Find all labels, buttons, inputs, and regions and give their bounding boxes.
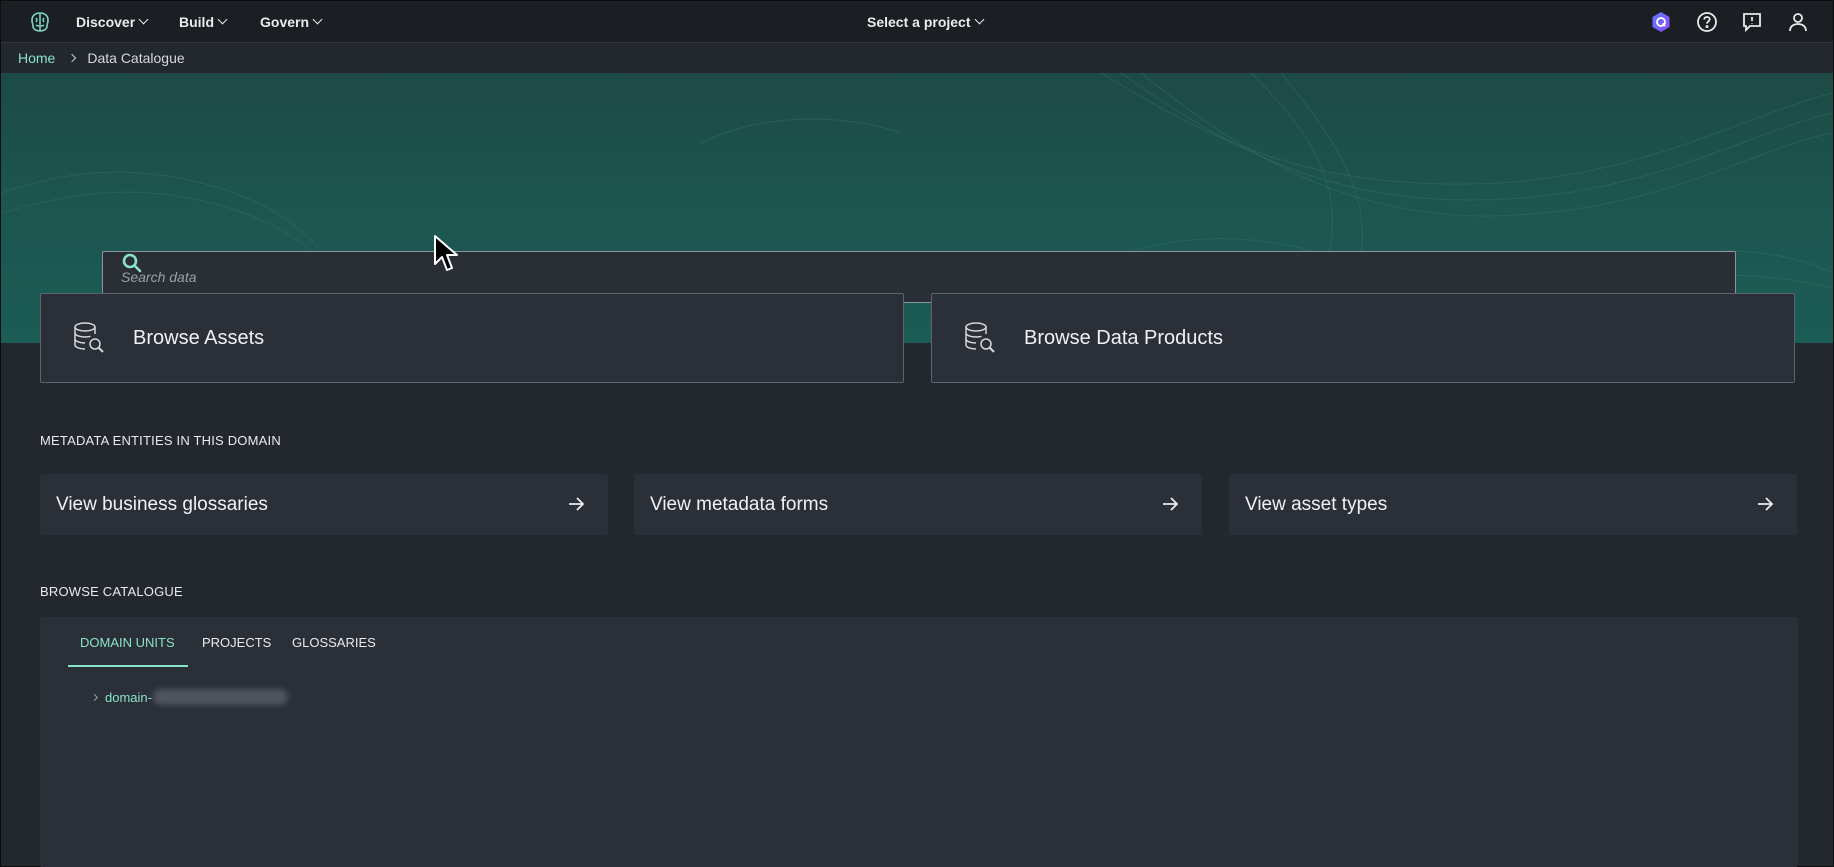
nav-govern[interactable]: Govern <box>260 1 323 42</box>
mouse-cursor-icon <box>434 235 458 271</box>
view-asset-types-label: View asset types <box>1245 493 1388 515</box>
project-selector[interactable]: Select a project <box>867 1 984 42</box>
chevron-down-icon <box>217 14 228 25</box>
catalogue-section-title: BROWSE CATALOGUE <box>40 584 183 599</box>
amazon-q-icon[interactable] <box>1650 11 1672 33</box>
nav-discover-label: Discover <box>76 13 136 30</box>
chevron-down-icon <box>974 14 984 25</box>
redacted-text <box>152 689 288 705</box>
help-icon[interactable] <box>1696 11 1718 33</box>
user-icon[interactable] <box>1787 11 1809 33</box>
metadata-section-title: METADATA ENTITIES IN THIS DOMAIN <box>40 433 281 448</box>
arrow-right-icon <box>1163 497 1179 511</box>
view-business-glossaries-card[interactable]: View business glossaries <box>40 474 608 535</box>
project-selector-label: Select a project <box>867 13 971 30</box>
breadcrumb: Home Data Catalogue <box>1 43 1833 73</box>
chevron-right-icon <box>68 53 77 63</box>
breadcrumb-current: Data Catalogue <box>87 50 185 66</box>
feedback-icon[interactable] <box>1741 11 1763 33</box>
tab-projects[interactable]: PROJECTS <box>202 617 271 667</box>
tab-glossaries[interactable]: GLOSSARIES <box>292 617 376 667</box>
tree-item-domain[interactable]: domain- <box>90 689 288 705</box>
app-logo-icon[interactable] <box>28 10 52 34</box>
chevron-down-icon <box>138 14 149 25</box>
browse-data-products-card[interactable]: Browse Data Products <box>931 293 1795 383</box>
browse-assets-label: Browse Assets <box>133 326 265 349</box>
arrow-right-icon <box>1758 497 1774 511</box>
chevron-down-icon <box>312 14 323 25</box>
search-icon <box>122 253 142 273</box>
chevron-right-icon[interactable] <box>90 693 99 701</box>
search-input[interactable] <box>119 256 1735 298</box>
browse-assets-card[interactable]: Browse Assets <box>40 293 904 383</box>
arrow-right-icon <box>569 497 585 511</box>
nav-build-label: Build <box>179 13 214 30</box>
tab-domain-units[interactable]: DOMAIN UNITS <box>80 617 175 667</box>
active-tab-indicator <box>68 665 188 667</box>
database-search-icon <box>965 322 995 353</box>
breadcrumb-home[interactable]: Home <box>18 50 55 66</box>
browse-data-products-label: Browse Data Products <box>1024 326 1223 349</box>
nav-govern-label: Govern <box>260 13 310 30</box>
database-search-icon <box>74 322 104 353</box>
tree-item-label: domain- <box>105 689 152 705</box>
catalogue-panel: DOMAIN UNITS PROJECTS GLOSSARIES domain- <box>40 617 1798 867</box>
view-metadata-forms-label: View metadata forms <box>650 493 829 515</box>
nav-build[interactable]: Build <box>179 1 228 42</box>
view-business-glossaries-label: View business glossaries <box>56 493 268 515</box>
top-nav: Discover Build Govern Select a project <box>1 1 1833 43</box>
view-asset-types-card[interactable]: View asset types <box>1229 474 1797 535</box>
view-metadata-forms-card[interactable]: View metadata forms <box>634 474 1202 535</box>
nav-discover[interactable]: Discover <box>76 1 149 42</box>
